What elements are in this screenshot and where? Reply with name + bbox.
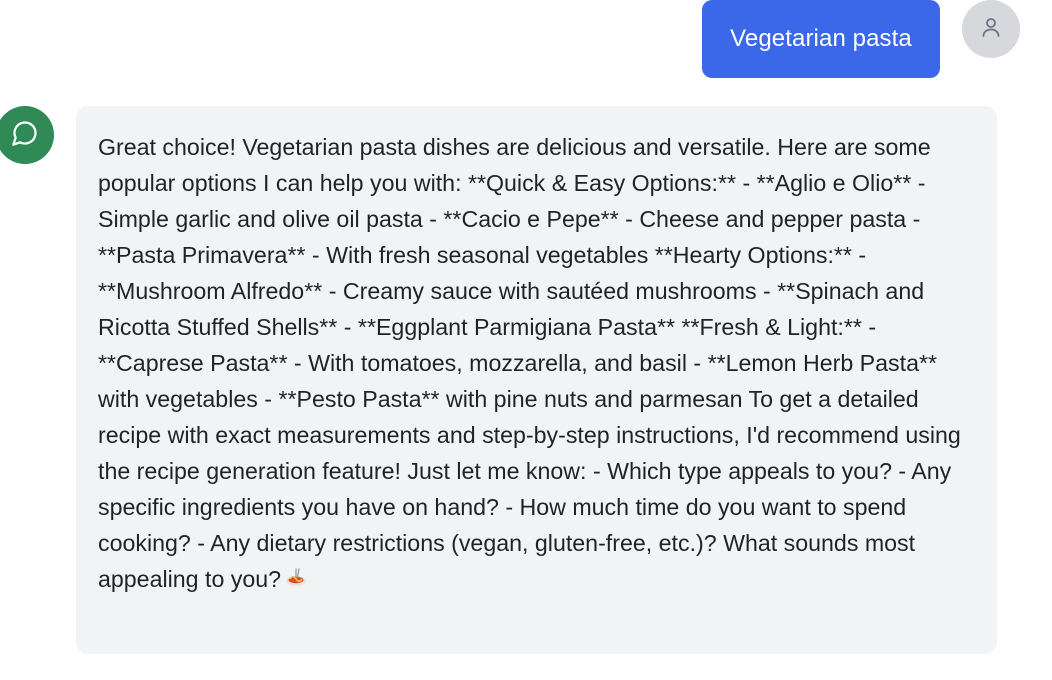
pasta-plate-icon <box>285 563 307 599</box>
user-message-text: Vegetarian pasta <box>730 25 912 52</box>
assistant-message-text: Great choice! Vegetarian pasta dishes ar… <box>98 129 977 599</box>
user-icon <box>979 15 1003 44</box>
user-avatar <box>962 0 1020 58</box>
assistant-message-body: Great choice! Vegetarian pasta dishes ar… <box>98 134 961 592</box>
assistant-avatar <box>0 106 54 164</box>
chat-bubble-icon <box>11 119 39 152</box>
user-message-bubble: Vegetarian pasta <box>702 0 940 78</box>
chat-thread: Vegetarian pasta Great choice! Vegetaria… <box>0 0 1052 680</box>
assistant-message-bubble: Great choice! Vegetarian pasta dishes ar… <box>76 106 997 654</box>
